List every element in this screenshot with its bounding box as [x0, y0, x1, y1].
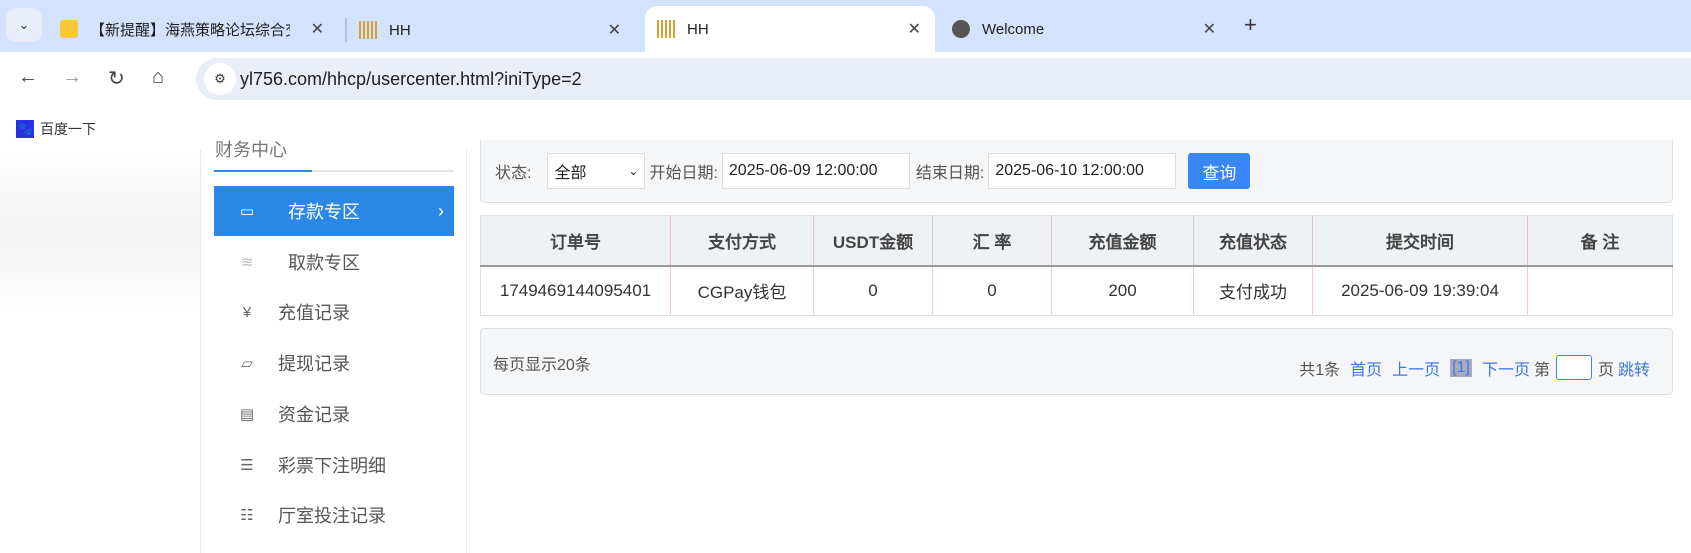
query-button[interactable]: 查询 [1188, 153, 1251, 189]
background-decoration [0, 150, 200, 553]
hh-logo-icon [657, 20, 675, 38]
col-payment-method: 支付方式 [670, 215, 814, 267]
tab-4[interactable]: Welcome ✕ [940, 6, 1230, 52]
col-usdt-amount: USDT金额 [813, 215, 933, 267]
tab-2[interactable]: HH ✕ [345, 18, 635, 42]
tab-bar: ⌄ 【新提醒】海燕策略论坛综合交 ✕ HH ✕ HH ✕ Welcome ✕ + [0, 0, 1691, 52]
sidebar-item-withdraw[interactable]: ≋ 取款专区 [214, 237, 454, 287]
per-page-text: 每页显示20条 [493, 357, 591, 374]
table-row: 1749469144095401 CGPay钱包 0 0 200 支付成功 20… [480, 265, 1673, 316]
tab-1[interactable]: 【新提醒】海燕策略论坛综合交 ✕ [48, 6, 338, 52]
heading-underline [214, 170, 312, 172]
col-remark: 备 注 [1527, 215, 1673, 267]
total-count: 共1条 [1299, 361, 1341, 379]
cell-submit-time: 2025-06-09 19:39:04 [1312, 265, 1528, 316]
reload-icon[interactable]: ↻ [108, 66, 125, 91]
chevron-down-icon: ⌄ [628, 164, 639, 178]
sidebar-heading: 财务中心 [215, 140, 287, 160]
sidebar: 财务中心 ▭ 存款专区 › ≋ 取款专区 ¥ 充值记录 ▱ 提现记录 ▤ 资金记录 ☰ 彩票下… [200, 140, 467, 553]
close-icon[interactable]: ✕ [311, 19, 324, 39]
start-date-input[interactable]: 2025-06-09 12:00:00 [721, 153, 910, 189]
baidu-paw-icon: 🐾 [16, 120, 34, 138]
pagination: 每页显示20条 共1条 首页 上一页 [1] 下一页 第 页 跳转 [480, 328, 1673, 395]
sidebar-item-recharge-records[interactable]: ¥ 充值记录 [214, 287, 454, 337]
cell-recharge-amount: 200 [1051, 265, 1194, 316]
table-header-row: 订单号 支付方式 USDT金额 汇 率 充值金额 充值状态 提交时间 备 注 [480, 215, 1673, 267]
money-bag-icon: ¥ [242, 303, 252, 321]
cell-order-no: 1749469144095401 [480, 265, 671, 316]
end-date-input[interactable]: 2025-06-10 12:00:00 [988, 153, 1177, 189]
next-page-link[interactable]: 下一页 [1482, 356, 1530, 380]
sidebar-item-withdraw-records[interactable]: ▱ 提现记录 [214, 338, 454, 388]
prev-page-link[interactable]: 上一页 [1392, 356, 1440, 380]
close-icon[interactable]: ✕ [608, 20, 621, 40]
col-recharge-amount: 充值金额 [1051, 215, 1194, 267]
globe-icon [952, 20, 970, 38]
page-prefix: 第 [1533, 361, 1550, 379]
new-tab-button[interactable]: + [1244, 12, 1257, 38]
cell-remark [1527, 265, 1673, 316]
end-date-label: 结束日期: [915, 165, 985, 182]
hh-logo-icon [359, 21, 377, 39]
page-number-input[interactable] [1555, 355, 1592, 380]
address-bar[interactable]: ⚙ yl756.com/hhcp/usercenter.html?iniType… [196, 58, 1691, 100]
page-suffix: 页 [1597, 361, 1614, 379]
list-icon: ☷ [240, 507, 254, 524]
col-rate: 汇 率 [932, 215, 1052, 267]
cell-payment-method: CGPay钱包 [670, 265, 814, 316]
forward-icon[interactable]: → [62, 66, 82, 89]
bookmark-baidu[interactable]: 🐾 百度一下 [16, 119, 96, 139]
start-date-label: 开始日期: [649, 165, 718, 182]
back-icon[interactable]: ← [18, 66, 38, 89]
hand-money-icon: ≋ [240, 254, 254, 271]
cash-icon: ▤ [239, 406, 255, 423]
cell-usdt-amount: 0 [813, 265, 933, 316]
status-select[interactable]: 全部 ⌄ [547, 153, 646, 189]
close-icon[interactable]: ✕ [1203, 19, 1216, 39]
sidebar-item-hall-bets[interactable]: ☷ 厅室投注记录 [214, 490, 454, 540]
col-order-no: 订单号 [480, 215, 671, 267]
tab-3[interactable]: HH ✕ [645, 6, 935, 52]
wallet-icon: ▱ [241, 355, 253, 372]
records-table: 订单号 支付方式 USDT金额 汇 率 充值金额 充值状态 提交时间 备 注 1… [480, 215, 1673, 316]
cell-rate: 0 [932, 265, 1052, 316]
first-page-link[interactable]: 首页 [1350, 356, 1382, 380]
site-settings-icon[interactable]: ⚙ [204, 63, 236, 95]
cell-status: 支付成功 [1193, 265, 1313, 316]
close-icon[interactable]: ✕ [908, 19, 921, 39]
chevron-right-icon: › [438, 200, 444, 221]
filter-bar: 状态: 全部 ⌄ 开始日期: 2025-06-09 12:00:00 结束日期: … [480, 140, 1673, 203]
url-text[interactable]: yl756.com/hhcp/usercenter.html?iniType=2 [240, 69, 582, 90]
notification-icon [60, 20, 78, 38]
card-icon: ▭ [239, 203, 255, 220]
home-icon[interactable]: ⌂ [152, 66, 164, 89]
col-status: 充值状态 [1193, 215, 1313, 267]
jump-link[interactable]: 跳转 [1618, 356, 1650, 380]
current-page[interactable]: [1] [1450, 358, 1472, 377]
col-submit-time: 提交时间 [1312, 215, 1528, 267]
status-label: 状态: [495, 165, 532, 182]
list-card-icon: ☰ [240, 457, 254, 474]
tab-search-button[interactable]: ⌄ [6, 8, 42, 42]
sidebar-item-deposit[interactable]: ▭ 存款专区 › [214, 186, 454, 236]
sidebar-item-lottery-bets[interactable]: ☰ 彩票下注明细 [214, 440, 454, 490]
sidebar-item-fund-records[interactable]: ▤ 资金记录 [214, 389, 454, 439]
